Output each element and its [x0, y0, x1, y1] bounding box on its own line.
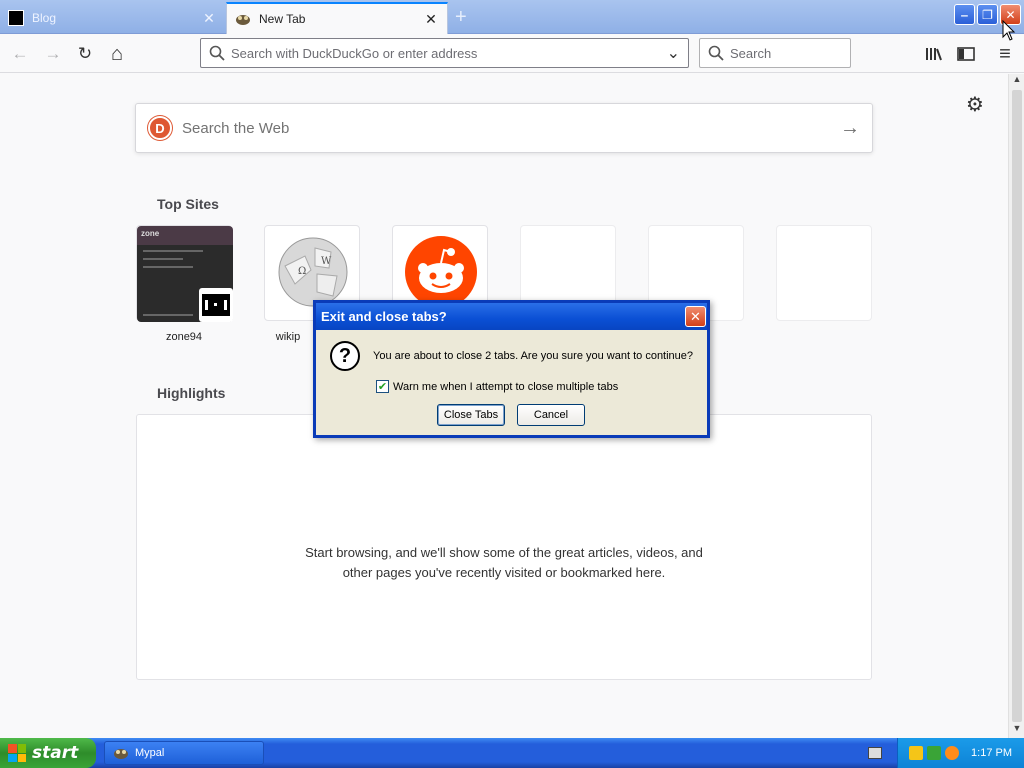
top-site-empty: [776, 225, 872, 321]
warn-checkbox[interactable]: ✔: [376, 380, 389, 393]
mypal-favicon-icon: [235, 11, 251, 27]
url-input[interactable]: Search with DuckDuckGo or enter address: [231, 46, 667, 61]
mypal-app-icon: [114, 749, 128, 759]
tab-new-tab[interactable]: New Tab ✕: [226, 2, 448, 34]
tab-close-icon[interactable]: ✕: [201, 10, 217, 27]
question-icon: ?: [330, 341, 360, 371]
dialog-message: You are about to close 2 tabs. Are you s…: [373, 350, 694, 362]
reload-button[interactable]: ↻: [72, 41, 98, 67]
zone94-favicon-icon: [199, 288, 233, 322]
forward-button[interactable]: →: [40, 41, 66, 67]
close-tabs-button[interactable]: Close Tabs: [437, 404, 505, 426]
tab-blog[interactable]: Blog ✕: [0, 2, 225, 34]
gear-icon[interactable]: ⚙: [966, 92, 984, 117]
taskbar-item-label: Mypal: [135, 747, 165, 759]
svg-text:W: W: [321, 256, 332, 267]
arrow-right-icon[interactable]: →: [840, 117, 860, 140]
warn-checkbox-label[interactable]: Warn me when I attempt to close multiple…: [393, 381, 618, 393]
new-tab-button[interactable]: +: [455, 6, 467, 29]
clock: 1:17 PM: [971, 747, 1012, 759]
warn-checkbox-row[interactable]: ✔ Warn me when I attempt to close multip…: [376, 380, 618, 393]
taskbar-item-mypal[interactable]: Mypal: [104, 741, 264, 765]
search-input[interactable]: Search: [730, 46, 842, 61]
svg-text:Ω: Ω: [298, 266, 306, 277]
sidebar-icon[interactable]: [953, 41, 979, 67]
tab-close-icon[interactable]: ✕: [423, 11, 439, 28]
url-bar[interactable]: Search with DuckDuckGo or enter address …: [200, 38, 689, 68]
maximize-button[interactable]: ❐: [977, 4, 998, 25]
keyboard-icon[interactable]: [868, 747, 882, 759]
scrollbar-thumb[interactable]: [1012, 90, 1022, 722]
highlights-empty-message: Start browsing, and we'll show some of t…: [305, 545, 703, 580]
mouse-cursor-icon: [1002, 20, 1016, 41]
start-label: start: [32, 743, 79, 763]
top-sites-heading: Top Sites: [157, 196, 219, 212]
scroll-up-icon[interactable]: ▲: [1011, 74, 1023, 88]
top-site-label: zone94: [165, 331, 203, 343]
start-button[interactable]: start: [0, 738, 96, 768]
close-tabs-dialog: Exit and close tabs? ✕ ? You are about t…: [313, 300, 710, 438]
cancel-button[interactable]: Cancel: [517, 404, 585, 426]
back-button[interactable]: ←: [7, 41, 33, 67]
search-icon: [708, 45, 724, 61]
search-tray-icon[interactable]: [945, 746, 960, 760]
web-search-input[interactable]: Search the Web: [182, 120, 840, 137]
highlights-heading: Highlights: [157, 385, 226, 401]
system-tray: 1:17 PM: [897, 738, 1024, 768]
top-site-zone94[interactable]: zone: [136, 225, 233, 322]
scroll-down-icon[interactable]: ▼: [1011, 723, 1023, 737]
security-shield-icon[interactable]: [909, 746, 924, 760]
duckduckgo-logo-icon: D: [148, 116, 172, 140]
vertical-scrollbar[interactable]: ▲ ▼: [1008, 74, 1024, 738]
top-site-label: wikip: [275, 331, 301, 343]
search-bar[interactable]: Search: [699, 38, 851, 68]
minimize-button[interactable]: ‒: [954, 4, 975, 25]
menu-icon[interactable]: ≡: [992, 41, 1018, 67]
search-icon: [209, 45, 225, 61]
blog-favicon-icon: [8, 10, 24, 26]
home-button[interactable]: ⌂: [104, 41, 130, 67]
chevron-down-icon[interactable]: ⌄: [667, 43, 680, 63]
dialog-title: Exit and close tabs?: [316, 303, 707, 330]
navigation-toolbar: ← → ↻ ⌂ Search with DuckDuckGo or enter …: [0, 35, 1024, 73]
windows-logo-icon: [8, 744, 26, 762]
network-icon[interactable]: [927, 746, 942, 760]
web-search-box[interactable]: D Search the Web →: [135, 103, 873, 153]
library-icon[interactable]: [921, 41, 947, 67]
tab-label: Blog: [32, 11, 57, 25]
tab-label: New Tab: [259, 12, 306, 26]
dialog-close-button[interactable]: ✕: [685, 306, 706, 327]
tab-bar: Blog ✕ New Tab ✕ + ‒ ❐ ✕: [0, 0, 1024, 34]
